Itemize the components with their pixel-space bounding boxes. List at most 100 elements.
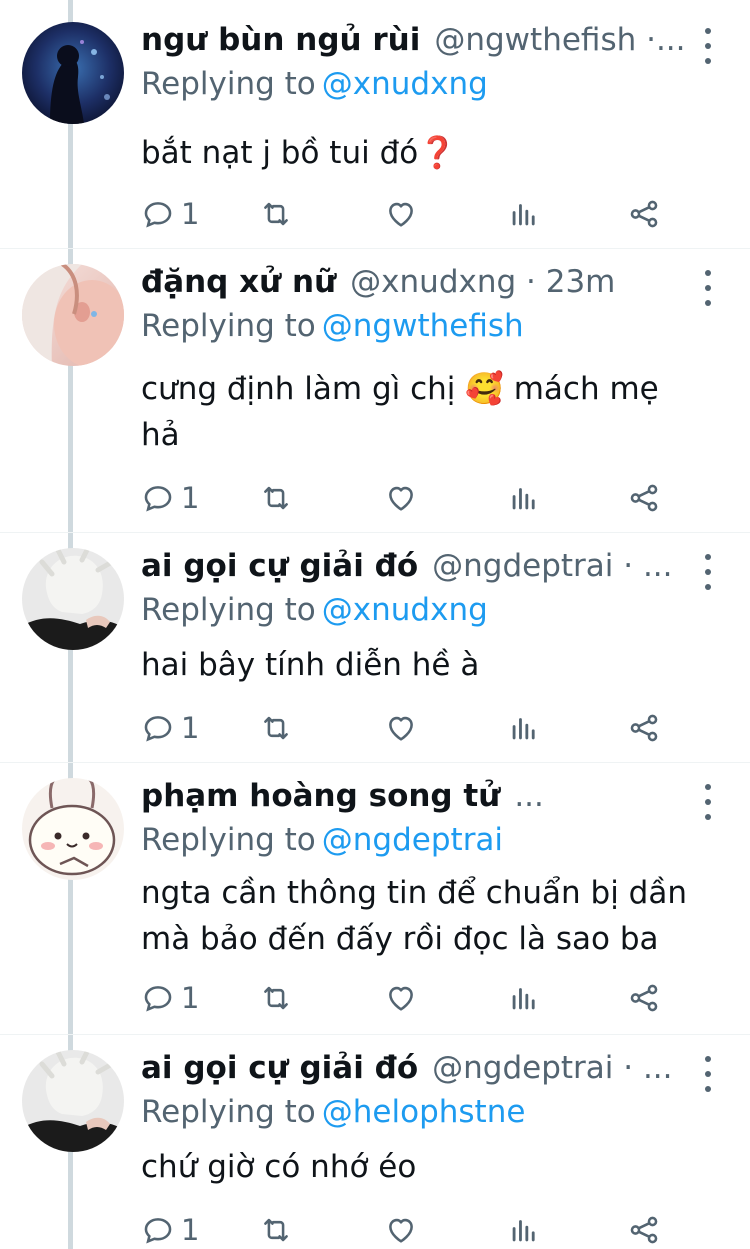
tweet-text: hai bây tính diễn hề à: [141, 647, 480, 683]
like-button[interactable]: [384, 708, 418, 748]
divider: [0, 1034, 750, 1035]
more-options-icon[interactable]: [694, 270, 722, 306]
divider: [0, 532, 750, 533]
handle-and-time: @ngwthefish ·...: [434, 22, 686, 58]
views-button[interactable]: [507, 978, 541, 1018]
replying-to-line: Replying to @xnudxng: [141, 66, 488, 110]
replying-mention[interactable]: @helophstne: [322, 1094, 526, 1130]
tweet-text: bắt nạt j bồ tui đó❓: [141, 135, 457, 171]
views-button[interactable]: [507, 478, 541, 518]
share-button[interactable]: [627, 978, 661, 1018]
replying-to-line: Replying to @ngwthefish: [141, 308, 524, 352]
tweet-actions: 1: [141, 708, 681, 748]
reply-icon: [141, 981, 175, 1015]
replying-to-line: Replying to @ngdeptrai: [141, 822, 503, 866]
tweet-header: ai gọi cự giải đó @ngdeptrai · ...: [141, 1050, 686, 1094]
retweet-icon: [259, 981, 293, 1015]
replying-label: Replying to: [141, 822, 316, 858]
replying-mention[interactable]: @ngdeptrai: [322, 822, 503, 858]
analytics-icon: [507, 981, 541, 1015]
replying-mention[interactable]: @xnudxng: [322, 66, 488, 102]
handle-and-time: @ngdeptrai · ...: [432, 548, 673, 584]
retweet-button[interactable]: [259, 978, 293, 1018]
reply-button[interactable]: 1: [141, 478, 199, 518]
divider: [0, 762, 750, 763]
tweet-header: ai gọi cự giải đó @ngdeptrai · ...: [141, 548, 686, 592]
views-button[interactable]: [507, 194, 541, 234]
retweet-button[interactable]: [259, 478, 293, 518]
display-name[interactable]: ai gọi cự giải đó: [141, 548, 418, 584]
share-button[interactable]: [627, 478, 661, 518]
analytics-icon: [507, 481, 541, 515]
reply-count: 1: [181, 711, 200, 745]
reply-count: 1: [181, 1213, 200, 1247]
display-name[interactable]: phạm hoàng song tử: [141, 778, 500, 814]
share-icon: [627, 481, 661, 515]
tweet-text: chứ giờ có nhớ éo: [141, 1149, 417, 1185]
avatar[interactable]: [22, 548, 124, 650]
avatar[interactable]: [22, 778, 124, 880]
reply-button[interactable]: 1: [141, 978, 199, 1018]
reply-icon: [141, 481, 175, 515]
retweet-icon: [259, 197, 293, 231]
heart-icon: [384, 711, 418, 745]
share-icon: [627, 197, 661, 231]
avatar[interactable]: [22, 1050, 124, 1152]
share-icon: [627, 1213, 661, 1247]
retweet-button[interactable]: [259, 708, 293, 748]
retweet-button[interactable]: [259, 194, 293, 234]
retweet-button[interactable]: [259, 1210, 293, 1249]
reply-button[interactable]: 1: [141, 194, 199, 234]
reply-button[interactable]: 1: [141, 1210, 199, 1249]
heart-icon: [384, 197, 418, 231]
like-button[interactable]: [384, 1210, 418, 1249]
analytics-icon: [507, 711, 541, 745]
replying-label: Replying to: [141, 308, 316, 344]
like-button[interactable]: [384, 194, 418, 234]
tweet-actions: 1: [141, 194, 681, 234]
reply-icon: [141, 197, 175, 231]
handle-and-time: @xnudxng · 23m: [350, 264, 616, 300]
reply-icon: [141, 1213, 175, 1247]
replying-label: Replying to: [141, 1094, 316, 1130]
handle-and-time: ...: [514, 778, 544, 814]
share-icon: [627, 711, 661, 745]
share-button[interactable]: [627, 708, 661, 748]
tweet-header: ngư bùn ngủ rùi @ngwthefish ·...: [141, 22, 686, 66]
views-button[interactable]: [507, 708, 541, 748]
replying-label: Replying to: [141, 66, 316, 102]
share-button[interactable]: [627, 194, 661, 234]
replying-mention[interactable]: @xnudxng: [322, 592, 488, 628]
more-options-icon[interactable]: [694, 1056, 722, 1092]
display-name[interactable]: ngư bùn ngủ rùi: [141, 22, 420, 58]
more-options-icon[interactable]: [694, 784, 722, 820]
tweet-actions: 1: [141, 1210, 681, 1249]
share-button[interactable]: [627, 1210, 661, 1249]
display-name[interactable]: đặnq xử nữ: [141, 264, 336, 300]
analytics-icon: [507, 197, 541, 231]
replying-mention[interactable]: @ngwthefish: [322, 308, 524, 344]
handle-and-time: @ngdeptrai · ...: [432, 1050, 673, 1086]
reply-icon: [141, 711, 175, 745]
tweet-text: ngta cần thông tin để chuẩn bị dần mà bả…: [141, 875, 687, 957]
tweet-actions: 1: [141, 478, 681, 518]
reply-count: 1: [181, 481, 200, 515]
reply-count: 1: [181, 197, 200, 231]
retweet-icon: [259, 1213, 293, 1247]
reply-thread: ngư bùn ngủ rùi @ngwthefish ·... Replyin…: [0, 0, 750, 1249]
more-options-icon[interactable]: [694, 554, 722, 590]
divider: [0, 248, 750, 249]
reply-button[interactable]: 1: [141, 708, 199, 748]
views-button[interactable]: [507, 1210, 541, 1249]
more-options-icon[interactable]: [694, 28, 722, 64]
like-button[interactable]: [384, 478, 418, 518]
avatar[interactable]: [22, 264, 124, 366]
tweet-text: cưng định làm gì chị 🥰 mách mẹ hả: [141, 371, 659, 453]
tweet-header: đặnq xử nữ @xnudxng · 23m: [141, 264, 686, 308]
tweet-actions: 1: [141, 978, 681, 1018]
replying-to-line: Replying to @helophstne: [141, 1094, 525, 1138]
replying-to-line: Replying to @xnudxng: [141, 592, 488, 636]
avatar[interactable]: [22, 22, 124, 124]
display-name[interactable]: ai gọi cự giải đó: [141, 1050, 418, 1086]
like-button[interactable]: [384, 978, 418, 1018]
